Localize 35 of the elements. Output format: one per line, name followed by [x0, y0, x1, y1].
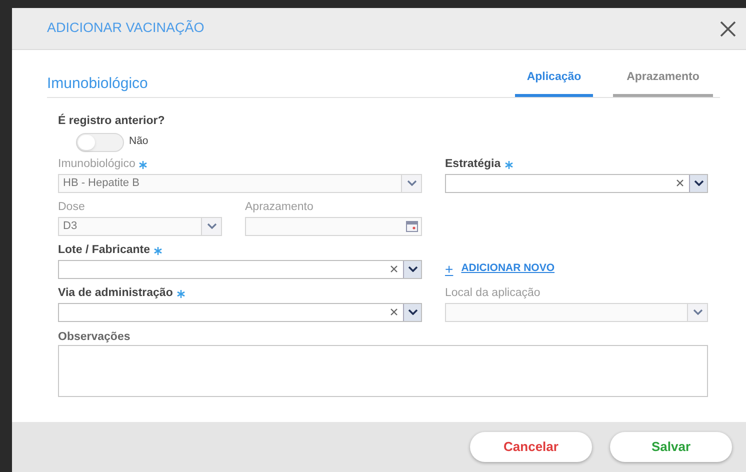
combo-field[interactable] [58, 260, 422, 278]
field-label: Aprazamento [245, 200, 314, 215]
caret-icon [408, 266, 418, 272]
caret-icon [206, 223, 216, 229]
caret-icon [694, 180, 704, 186]
toggle-state: Não [129, 134, 148, 150]
close-button[interactable] [718, 18, 738, 38]
combo-field[interactable] [58, 302, 422, 322]
tab[interactable]: Aprazamento [613, 69, 713, 98]
combo-field[interactable] [445, 174, 708, 192]
section-title: Imunobiológico [47, 74, 148, 94]
clear-icon[interactable] [676, 179, 684, 187]
close-icon [720, 20, 736, 36]
caret-icon [408, 309, 418, 315]
toggle-switch[interactable] [76, 132, 124, 152]
dialog-title: ADICIONAR VACINAÇÃO [47, 19, 204, 38]
field-label: Observações [58, 330, 132, 342]
clear-icon[interactable] [390, 308, 398, 316]
select-value: D3 [62, 218, 78, 234]
add-new-link[interactable]: + ADICIONAR NOVO [445, 260, 555, 276]
field-label: Estratégia [445, 156, 501, 172]
cancel-button[interactable]: Cancelar [470, 432, 592, 462]
field-label: Imunobiológico [58, 156, 136, 172]
clear-icon[interactable] [390, 265, 398, 273]
tab[interactable]: Aplicação [515, 69, 593, 98]
select-value: HB - Hepatite B [62, 176, 140, 190]
field-label: Lote / Fabricante [58, 242, 150, 258]
toggle-label: É registro anterior? [58, 113, 166, 130]
field-label: Via de administração [58, 286, 173, 301]
caret-icon [406, 180, 416, 186]
save-button[interactable]: Salvar [610, 432, 732, 462]
field-label: Local da aplicação [445, 286, 540, 301]
field-label: Dose [58, 200, 85, 215]
observations-field[interactable] [58, 344, 708, 396]
caret-icon [692, 309, 702, 315]
